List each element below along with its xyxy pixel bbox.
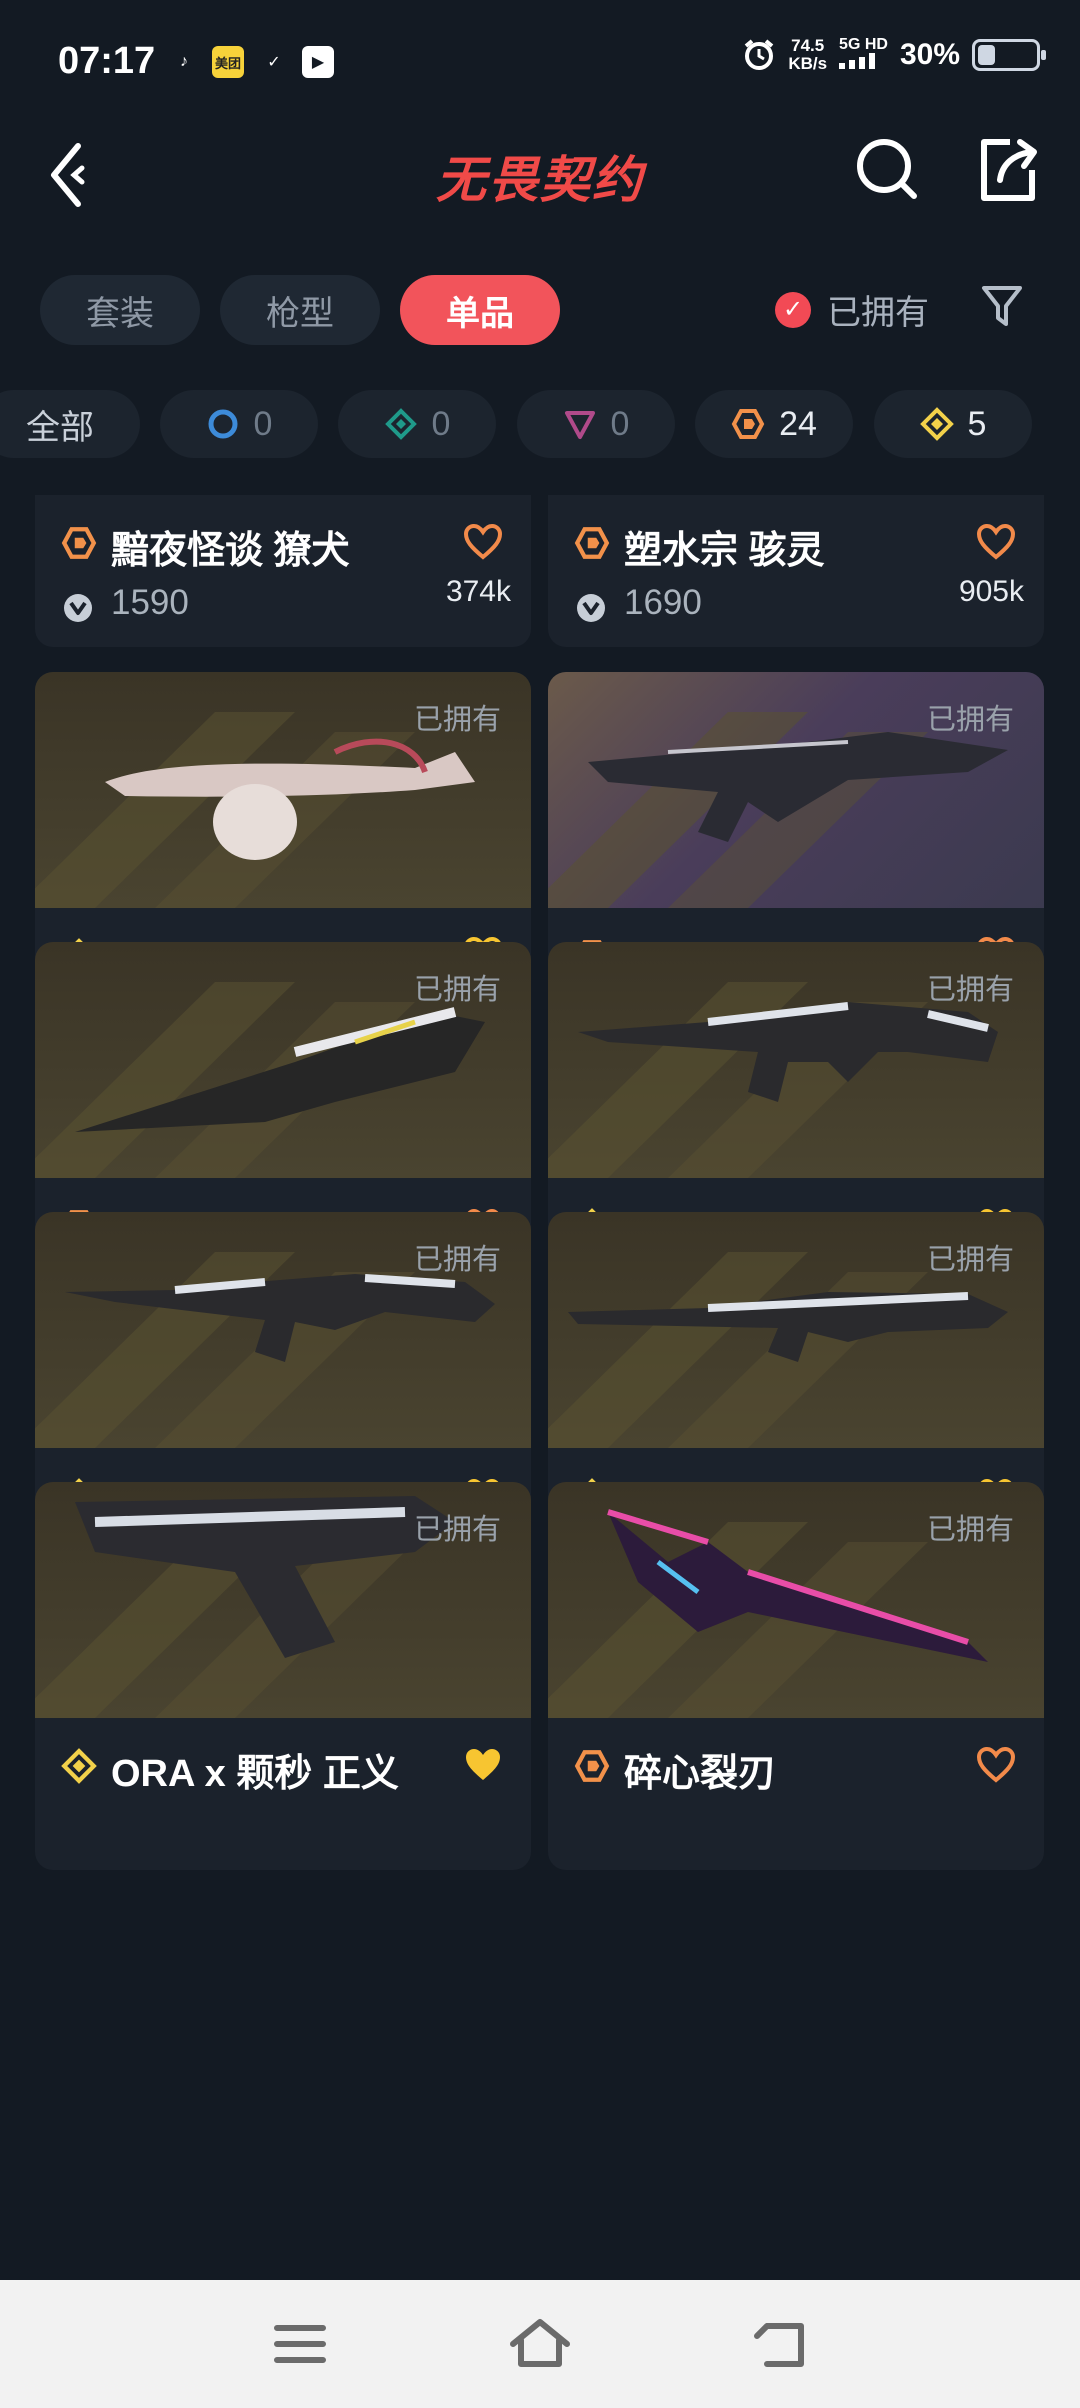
item-price: 1590 [111,583,189,622]
network-speed: 74.5 KB/s [788,35,828,73]
network-indicator: 5G HD [839,36,888,73]
premium-tier-icon [564,411,595,439]
heart-icon[interactable] [463,1746,503,1784]
signal-icon [839,53,876,69]
check-icon: ✓ [775,291,811,328]
item-image: 已拥有 [548,672,1044,908]
vp-currency-icon [64,594,92,622]
item-name: 碎心裂刃 [624,1753,777,1795]
heart-icon[interactable] [976,1746,1016,1784]
status-time: 07:17 [58,40,156,82]
item-image: 已拥有 [35,1212,531,1448]
status-right: 74.5 KB/s 5G HD 30% [742,35,1046,73]
item-price: 1690 [624,583,702,622]
back-nav-icon[interactable] [745,2314,815,2374]
card-info: ORA x 颗秒 正义 [35,1718,531,1870]
item-name: ORA x 颗秒 正义 [111,1753,399,1795]
search-button[interactable] [850,132,926,208]
like-count: 374k [445,575,511,608]
item-card[interactable]: 黯夜怪谈 獠犬 1590 374k [35,495,531,647]
rarity-count: 0 [610,404,630,443]
item-image: 已拥有 [35,672,531,908]
filter-button[interactable] [980,282,1024,332]
exclusive-tier-icon [731,409,765,439]
home-icon[interactable] [505,2314,575,2374]
owned-tag: 已拥有 [413,1244,501,1276]
tab-weapon-type[interactable]: 枪型 [220,275,380,345]
item-card[interactable]: 已拥有 ORA x 颗秒 正义 [35,1482,531,1870]
tab-single-item[interactable]: 单品 [400,275,560,345]
heart-icon[interactable] [976,523,1016,561]
alarm-icon [745,38,774,70]
rarity-filter-premium[interactable]: 0 [517,390,675,458]
owned-tag: 已拥有 [926,704,1014,736]
play-app-icon: ▶ [302,46,334,78]
category-tabs: 套装 枪型 单品 [40,275,560,345]
rarity-filter-label: 全部 [26,408,94,447]
exclusive-tier-icon [574,1750,610,1782]
select-tier-icon [208,409,238,439]
exclusive-tier-icon [61,527,97,559]
system-nav-bar [0,2280,1080,2408]
item-image: 已拥有 [548,942,1044,1178]
menu-icon[interactable] [265,2314,335,2374]
heart-icon[interactable] [463,523,503,561]
card-info: 碎心裂刃 [548,1718,1044,1870]
rarity-count: 0 [253,404,273,443]
item-image: 已拥有 [35,942,531,1178]
item-name: 塑水宗 骇灵 [624,530,825,572]
owned-tag: 已拥有 [413,974,501,1006]
tab-suit[interactable]: 套装 [40,275,200,345]
v-app-icon: ✓ [267,54,281,71]
battery-fill [978,44,995,65]
item-name: 黯夜怪谈 獠犬 [111,530,350,572]
rarity-count: 24 [779,404,817,443]
rarity-count: 5 [967,404,987,443]
battery-percent: 30% [899,37,960,71]
exclusive-tier-icon [574,527,610,559]
item-image: 已拥有 [35,1482,531,1718]
owned-tag: 已拥有 [926,1514,1014,1546]
item-image: 已拥有 [548,1212,1044,1448]
rarity-filter-deluxe[interactable]: 0 [338,390,496,458]
rarity-filter-exclusive[interactable]: 24 [695,390,853,458]
item-grid: 黯夜怪谈 獠犬1590374k塑水宗 骇灵1690905k已拥有艾沃莉的梦之翼.… [0,495,1080,2235]
ultra-tier-icon [61,1748,97,1784]
card-info: 黯夜怪谈 獠犬 1590 374k [35,495,531,647]
rarity-filter-all[interactable]: 全部 [0,390,140,458]
deluxe-tier-icon [384,408,417,440]
like-count: 905k [958,575,1024,608]
item-image: 已拥有 [548,1482,1044,1718]
rarity-filter-select[interactable]: 0 [160,390,318,458]
meituan-icon: 美团 [212,46,244,78]
owned-tag: 已拥有 [926,1244,1014,1276]
ultra-tier-icon [919,407,954,441]
card-info: 塑水宗 骇灵 1690 905k [548,495,1044,647]
item-card[interactable]: 塑水宗 骇灵 1690 905k [548,495,1044,647]
owned-tag: 已拥有 [926,974,1014,1006]
rarity-count: 0 [431,404,451,443]
share-button[interactable] [970,132,1046,208]
item-card[interactable]: 已拥有碎心裂刃 [548,1482,1044,1870]
owned-filter-toggle[interactable]: ✓ 已拥有 [775,285,929,334]
status-bar: 07:17 ♪ 美团 ✓ ▶ 74.5 KB/s 5G HD 30% [0,0,1080,120]
battery-icon [972,38,1046,71]
owned-tag: 已拥有 [413,704,501,736]
owned-filter-label: 已拥有 [827,294,929,332]
tiktok-icon: ♪ [180,53,188,70]
rarity-filter-ultra[interactable]: 5 [874,390,1032,458]
vp-currency-icon [577,594,605,622]
app-header: 无畏契约 [0,120,1080,250]
owned-tag: 已拥有 [413,1514,501,1546]
rarity-filter-row: 全部 0 0 0 24 5 [0,390,1080,460]
